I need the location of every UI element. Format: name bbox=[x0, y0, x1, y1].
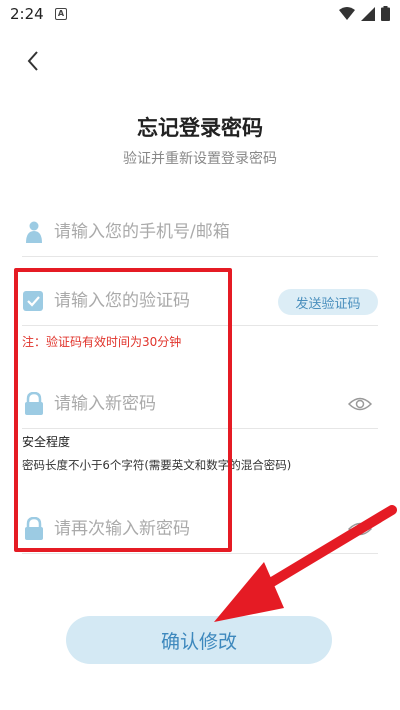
notification-icon: A bbox=[55, 8, 67, 20]
confirm-button[interactable]: 确认修改 bbox=[66, 616, 332, 664]
eye-icon[interactable] bbox=[348, 394, 372, 414]
back-button[interactable] bbox=[18, 46, 48, 76]
highlight-box bbox=[14, 268, 232, 552]
page-subtitle: 验证并重新设置登录密码 bbox=[123, 151, 277, 167]
user-icon bbox=[26, 221, 42, 243]
account-input[interactable] bbox=[54, 208, 284, 256]
account-field bbox=[22, 208, 378, 257]
battery-icon bbox=[381, 6, 390, 21]
status-icons bbox=[339, 6, 390, 21]
status-bar: 2:24 A bbox=[0, 0, 400, 28]
wifi-icon bbox=[339, 6, 355, 20]
chevron-left-icon bbox=[27, 51, 38, 71]
signal-icon bbox=[361, 6, 375, 21]
page-title: 忘记登录密码 bbox=[137, 116, 263, 140]
send-code-button[interactable]: 发送验证码 bbox=[278, 289, 378, 315]
eye-icon[interactable] bbox=[348, 519, 372, 539]
status-time: 2:24 bbox=[10, 5, 44, 23]
